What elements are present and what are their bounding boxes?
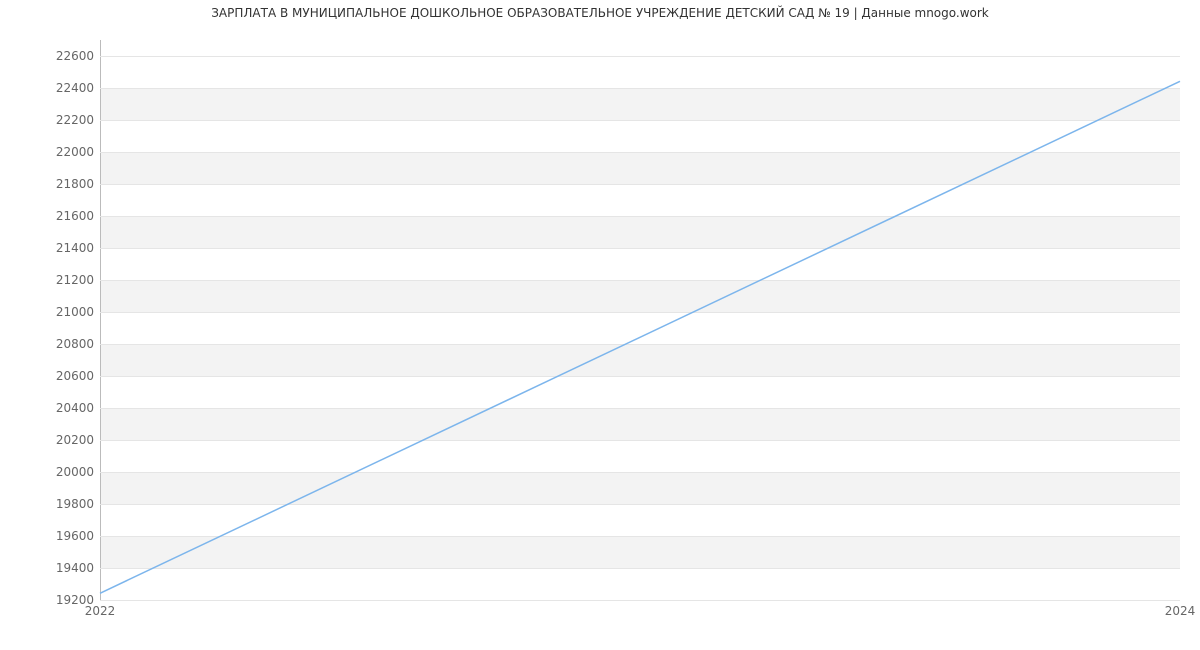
plot-area — [100, 40, 1180, 601]
y-tick-label: 21000 — [34, 305, 94, 319]
y-tick-label: 19600 — [34, 529, 94, 543]
y-tick-label: 22400 — [34, 81, 94, 95]
y-tick-label: 21600 — [34, 209, 94, 223]
y-tick-label: 21400 — [34, 241, 94, 255]
y-tick-label: 20800 — [34, 337, 94, 351]
grid-line — [100, 600, 1180, 601]
y-tick-label: 21800 — [34, 177, 94, 191]
y-tick-label: 19800 — [34, 497, 94, 511]
y-tick-label: 22000 — [34, 145, 94, 159]
y-tick-label: 21200 — [34, 273, 94, 287]
y-tick-label: 22600 — [34, 49, 94, 63]
series-line — [100, 81, 1180, 593]
x-tick-label: 2024 — [1165, 604, 1196, 618]
y-tick-label: 22200 — [34, 113, 94, 127]
line-layer — [100, 40, 1180, 600]
salary-line-chart: ЗАРПЛАТА В МУНИЦИПАЛЬНОЕ ДОШКОЛЬНОЕ ОБРА… — [0, 0, 1200, 650]
chart-title: ЗАРПЛАТА В МУНИЦИПАЛЬНОЕ ДОШКОЛЬНОЕ ОБРА… — [0, 6, 1200, 20]
x-tick-label: 2022 — [85, 604, 116, 618]
y-tick-label: 20600 — [34, 369, 94, 383]
y-tick-label: 20000 — [34, 465, 94, 479]
y-tick-label: 19400 — [34, 561, 94, 575]
y-tick-label: 20400 — [34, 401, 94, 415]
y-tick-label: 20200 — [34, 433, 94, 447]
